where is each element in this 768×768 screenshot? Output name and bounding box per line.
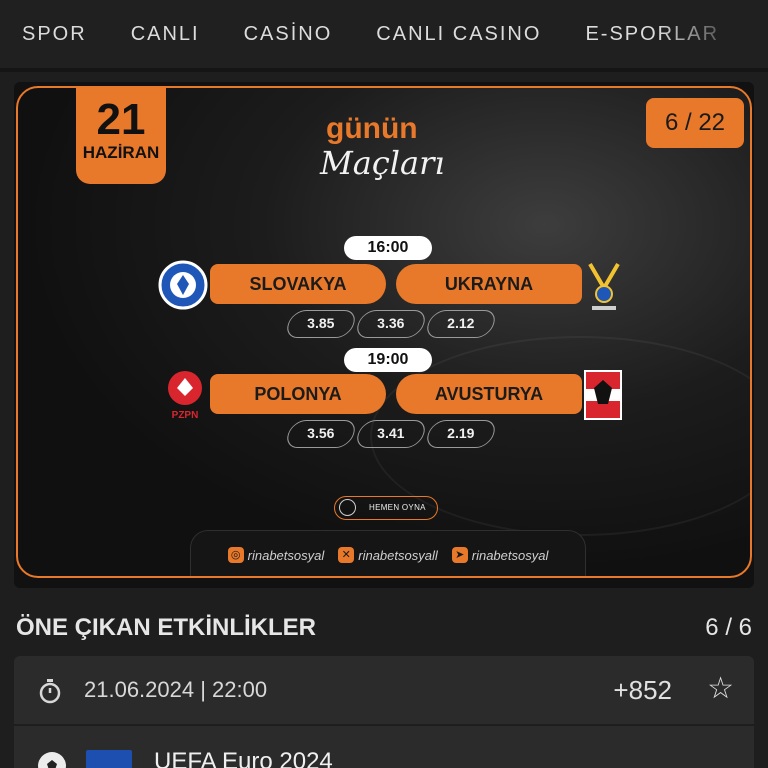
home-team: POLONYA [210,374,386,414]
banner-title-bottom: Maçları [320,144,445,182]
social-telegram[interactable]: ➤ rinabetsosyal [451,547,549,563]
social-handle: rinabetsosyal [247,547,325,563]
match-time: 16:00 [344,236,432,260]
odd-draw[interactable]: 3.36 [353,310,429,338]
date-day: 21 [96,95,146,144]
date-month: HAZİRAN [82,143,160,162]
odd-home[interactable]: 3.85 [283,310,359,338]
ukraine-crest-icon [588,262,620,310]
x-icon: ✕ [338,547,355,563]
star-icon[interactable]: ☆ [707,674,734,704]
social-handle: rinabetsosyall [358,547,438,563]
banner-carousel[interactable]: 21 HAZİRAN 6 / 22 günün Maçları 16:00 SL… [14,82,754,588]
football-icon [38,752,66,768]
social-instagram[interactable]: ◎ rinabetsosyal [227,547,325,563]
date-badge: 21 HAZİRAN [76,88,166,184]
away-team: AVUSTURYA [396,374,582,414]
social-bar: ◎ rinabetsosyal ✕ rinabetsosyall ➤ rinab… [190,530,586,576]
stopwatch-icon [39,679,61,704]
away-team: UKRAYNA [396,264,582,304]
event-league: UEFA Euro 2024 [154,748,333,768]
slovakia-crest-icon [158,260,208,310]
svg-text:PZPN: PZPN [172,410,199,421]
telegram-icon: ➤ [451,547,468,563]
nav-item-canli[interactable]: CANLI [131,23,200,46]
event-datetime: 21.06.2024 | 22:00 [84,677,268,702]
odd-home[interactable]: 3.56 [283,420,359,448]
eu-flag-icon [86,750,132,768]
play-now-label: HEMEN OYNA [369,503,426,512]
section-count: 6 / 6 [705,614,752,641]
nav-item-canli-casino[interactable]: CANLI CASINO [376,23,541,46]
nav-item-casino[interactable]: CASİNO [244,23,333,46]
poland-crest-icon: PZPN [168,371,202,421]
logo-icon [339,499,356,516]
event-card[interactable]: 21.06.2024 | 22:00 +852 ☆ UEFA Euro 2024 [14,656,754,768]
top-nav: SPOR CANLI CASİNO CANLI CASINO E-SPORLAR [0,0,768,72]
play-now-button[interactable]: HEMEN OYNA [334,496,438,520]
home-team: SLOVAKYA [210,264,386,304]
odd-away[interactable]: 2.12 [423,310,499,338]
section-title: ÖNE ÇIKAN ETKİNLİKLER [16,614,316,641]
nav-item-spor[interactable]: SPOR [22,23,87,46]
social-handle: rinabetsosyal [471,547,549,563]
social-x[interactable]: ✕ rinabetsosyall [338,547,438,563]
promo-banner[interactable]: 21 HAZİRAN 6 / 22 günün Maçları 16:00 SL… [16,86,752,578]
nav-fade [658,0,768,68]
banner-title-top: günün [326,112,418,145]
slide-counter: 6 / 22 [646,98,744,148]
match-time: 19:00 [344,348,432,372]
austria-crest-icon [584,370,622,420]
instagram-icon: ◎ [227,547,244,563]
market-count[interactable]: +852 [613,675,672,706]
event-header: 21.06.2024 | 22:00 +852 ☆ [14,656,754,726]
